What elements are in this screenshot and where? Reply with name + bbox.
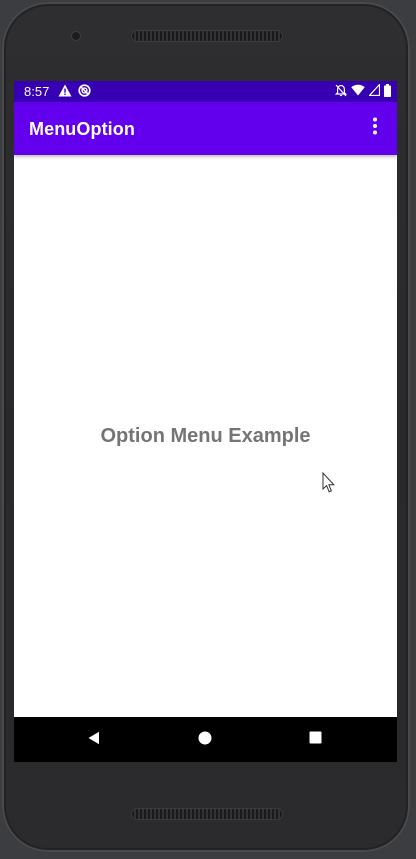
mouse-cursor-icon bbox=[322, 471, 336, 494]
cell-signal-icon bbox=[368, 82, 381, 99]
more-vert-icon bbox=[372, 117, 378, 140]
home-icon bbox=[198, 731, 212, 750]
back-button[interactable] bbox=[81, 727, 107, 753]
device-screen: 8:57 MenuOption Option Menu Example bbox=[14, 81, 397, 762]
app-title: MenuOption bbox=[29, 119, 135, 139]
home-button[interactable] bbox=[192, 727, 218, 753]
notifications-off-icon bbox=[334, 84, 348, 100]
back-icon bbox=[87, 731, 101, 750]
recents-icon bbox=[309, 731, 322, 749]
battery-icon bbox=[384, 83, 391, 100]
bottom-speaker bbox=[132, 809, 282, 819]
overflow-menu-button[interactable] bbox=[361, 114, 389, 142]
app-bar: MenuOption bbox=[14, 102, 397, 155]
wifi-icon bbox=[351, 84, 365, 99]
recents-button[interactable] bbox=[302, 727, 328, 753]
main-text: Option Menu Example bbox=[100, 425, 311, 447]
status-left-icons bbox=[58, 83, 91, 100]
warning-icon bbox=[58, 84, 72, 100]
earpiece-speaker bbox=[132, 31, 282, 41]
sync-disabled-icon bbox=[78, 83, 91, 100]
emulator-frame: 8:57 MenuOption Option Menu Example bbox=[0, 0, 416, 859]
status-bar: 8:57 bbox=[14, 81, 397, 102]
status-time: 8:57 bbox=[24, 84, 50, 99]
status-right-icons bbox=[334, 82, 391, 100]
front-camera bbox=[72, 32, 80, 40]
navigation-bar bbox=[14, 717, 397, 762]
